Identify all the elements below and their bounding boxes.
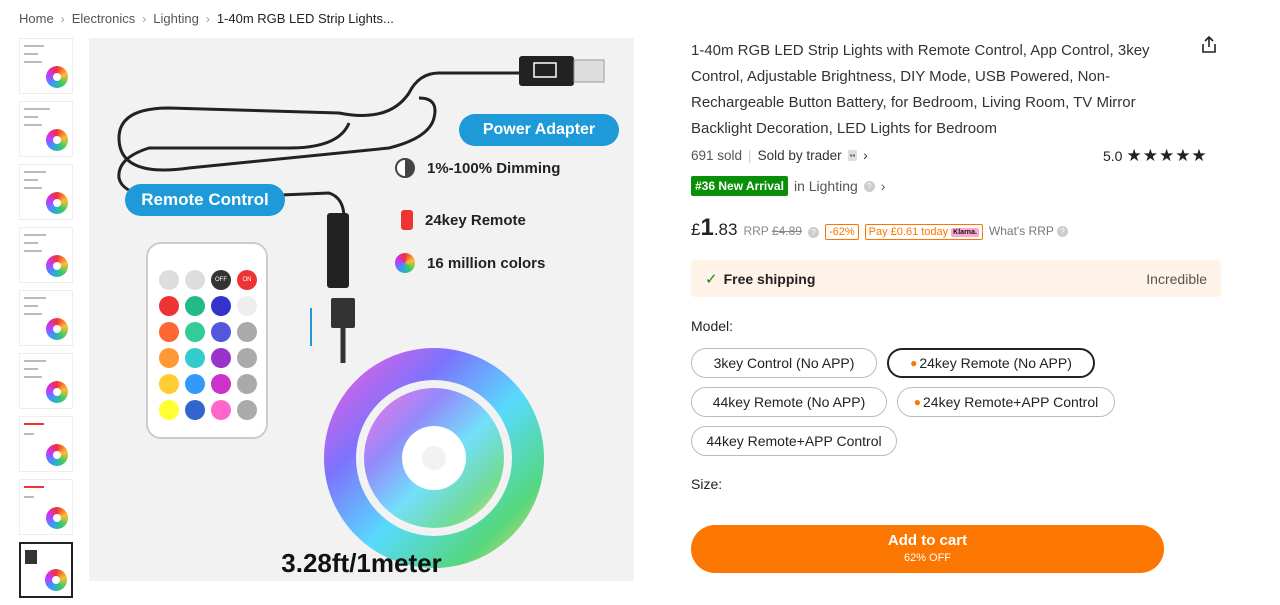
thumbnail-selected[interactable] — [19, 542, 73, 598]
thumbnail[interactable] — [19, 101, 73, 157]
sun-icon — [395, 158, 415, 178]
breadcrumb-home[interactable]: Home — [19, 11, 54, 26]
breadcrumb-current: 1-40m RGB LED Strip Lights... — [216, 11, 394, 26]
chevron-right-icon: › — [205, 11, 210, 26]
remote-icon — [401, 210, 413, 230]
thumbnail[interactable] — [19, 353, 73, 409]
info-icon[interactable]: ? — [807, 227, 819, 238]
model-option[interactable]: 44key Remote+APP Control — [691, 426, 897, 456]
model-option-selected[interactable]: ● 24key Remote (No APP) — [887, 348, 1095, 378]
discount-badge: -62% — [824, 224, 859, 240]
color-wheel-icon — [395, 253, 415, 273]
info-icon: ? — [1057, 226, 1069, 238]
rank-badge: #36 New Arrival — [691, 176, 788, 196]
breadcrumb: Home › Electronics › Lighting › 1-40m RG… — [19, 11, 394, 26]
thumbnail[interactable] — [19, 479, 73, 535]
thumbnail[interactable] — [19, 38, 73, 94]
feature-remote: 24key Remote — [401, 210, 526, 230]
feature-dimming: 1%-100% Dimming — [395, 158, 560, 178]
seller-link[interactable]: Sold by trader — [758, 148, 842, 163]
add-to-cart-button[interactable]: Add to cart 62% OFF — [691, 525, 1164, 573]
size-label: Size: — [691, 476, 723, 492]
model-option[interactable]: ● 24key Remote+APP Control — [897, 387, 1115, 417]
add-to-cart-label: Add to cart — [887, 532, 968, 549]
shipping-note: Incredible — [1146, 270, 1207, 287]
model-label: Model: — [691, 318, 734, 334]
whats-rrp-link[interactable]: What's RRP ? — [989, 224, 1069, 238]
chevron-right-icon: › — [142, 11, 147, 26]
main-product-image[interactable]: OFF ON Power Adapter Remote Control 1%-1… — [89, 38, 634, 581]
klarna-pay-badge[interactable]: Pay £0.61 today Klarna. — [864, 224, 983, 240]
rrp: RRP £4.89 — [743, 224, 802, 238]
check-icon: ✓ — [705, 270, 718, 288]
shipping-label: Free shipping — [723, 270, 816, 287]
price-row: £1.83 RRP £4.89 ? -62% Pay £0.61 today Kl… — [691, 214, 1069, 242]
thumbnail[interactable] — [19, 416, 73, 472]
flame-icon: ● — [910, 356, 918, 370]
share-icon[interactable] — [1199, 35, 1219, 55]
thumbnail[interactable] — [19, 227, 73, 283]
thumbnail[interactable] — [19, 164, 73, 220]
remote-control-label: Remote Control — [125, 184, 285, 216]
info-icon: ? — [863, 180, 875, 192]
chevron-right-icon: › — [880, 178, 886, 194]
klarna-logo: Klarna. — [951, 227, 979, 237]
star-rating-icon: ★★★★★ — [1126, 146, 1208, 165]
seller-badge-icon: ▪▪ — [847, 150, 858, 161]
rating[interactable]: 5.0 ★★★★★ — [1103, 146, 1208, 166]
shipping-banner[interactable]: ✓ Free shipping Incredible — [691, 260, 1221, 297]
price: £1.83 — [691, 214, 738, 241]
product-title: 1-40m RGB LED Strip Lights with Remote C… — [691, 42, 1150, 137]
remote-keypad: OFF ON — [159, 270, 257, 420]
rating-value: 5.0 — [1103, 148, 1123, 164]
image-caption: 3.28ft/1meter — [281, 548, 442, 578]
flame-icon: ● — [913, 395, 921, 409]
chevron-right-icon: › — [60, 11, 65, 26]
sold-count: 691 sold — [691, 148, 743, 163]
feature-colors: 16 million colors — [395, 253, 545, 273]
model-option[interactable]: 44key Remote (No APP) — [691, 387, 887, 417]
model-option[interactable]: 3key Control (No APP) — [691, 348, 877, 378]
breadcrumb-electronics[interactable]: Electronics — [72, 11, 136, 26]
power-adapter-label: Power Adapter — [459, 114, 619, 146]
breadcrumb-lighting[interactable]: Lighting — [153, 11, 199, 26]
rank-row[interactable]: #36 New Arrival in Lighting ? › — [691, 176, 885, 196]
divider: | — [748, 148, 752, 163]
thumbnail-strip — [19, 38, 75, 605]
chevron-right-icon[interactable]: › — [863, 148, 868, 163]
sales-meta: 691 sold | Sold by trader ▪▪ › — [691, 148, 868, 163]
rank-category: in Lighting — [793, 178, 858, 194]
add-to-cart-discount: 62% OFF — [903, 552, 952, 564]
thumbnail[interactable] — [19, 290, 73, 346]
